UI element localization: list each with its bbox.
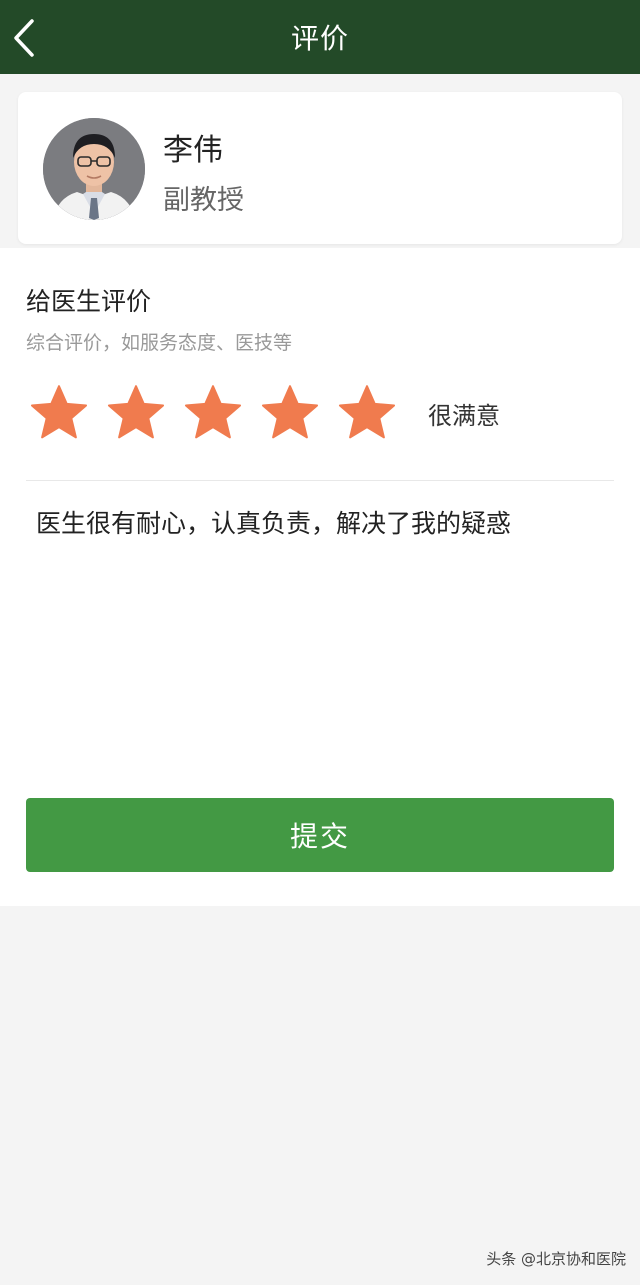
comment-textarea[interactable]: 医生很有耐心，认真负责，解决了我的疑惑 <box>26 504 614 754</box>
submit-button[interactable]: 提交 <box>26 798 614 872</box>
star-icon[interactable] <box>184 384 242 440</box>
star-icon[interactable] <box>107 384 165 440</box>
rating-section-title: 给医生评价 <box>26 287 152 316</box>
star-icon[interactable] <box>261 384 319 440</box>
star-icon[interactable] <box>30 384 88 440</box>
doctor-avatar <box>43 118 145 220</box>
doctor-name: 李伟 <box>163 133 223 168</box>
doctor-title: 副教授 <box>163 185 244 216</box>
watermark: 头条 @北京协和医院 <box>486 1250 626 1268</box>
page-title: 评价 <box>290 22 349 55</box>
back-button[interactable] <box>6 15 42 61</box>
divider <box>26 480 614 481</box>
rating-section-subtitle: 综合评价，如服务态度、医技等 <box>26 332 293 354</box>
chevron-left-icon <box>14 19 34 57</box>
rating-label: 很满意 <box>428 402 500 430</box>
doctor-card: 李伟 副教授 <box>18 92 622 244</box>
top-navigation-bar: 评价 <box>0 0 640 74</box>
rating-panel: 给医生评价 综合评价，如服务态度、医技等 很满意 医生很有耐心，认真负责，解决了… <box>0 248 640 906</box>
star-icon[interactable] <box>338 384 396 440</box>
doctor-portrait-image <box>43 118 145 220</box>
